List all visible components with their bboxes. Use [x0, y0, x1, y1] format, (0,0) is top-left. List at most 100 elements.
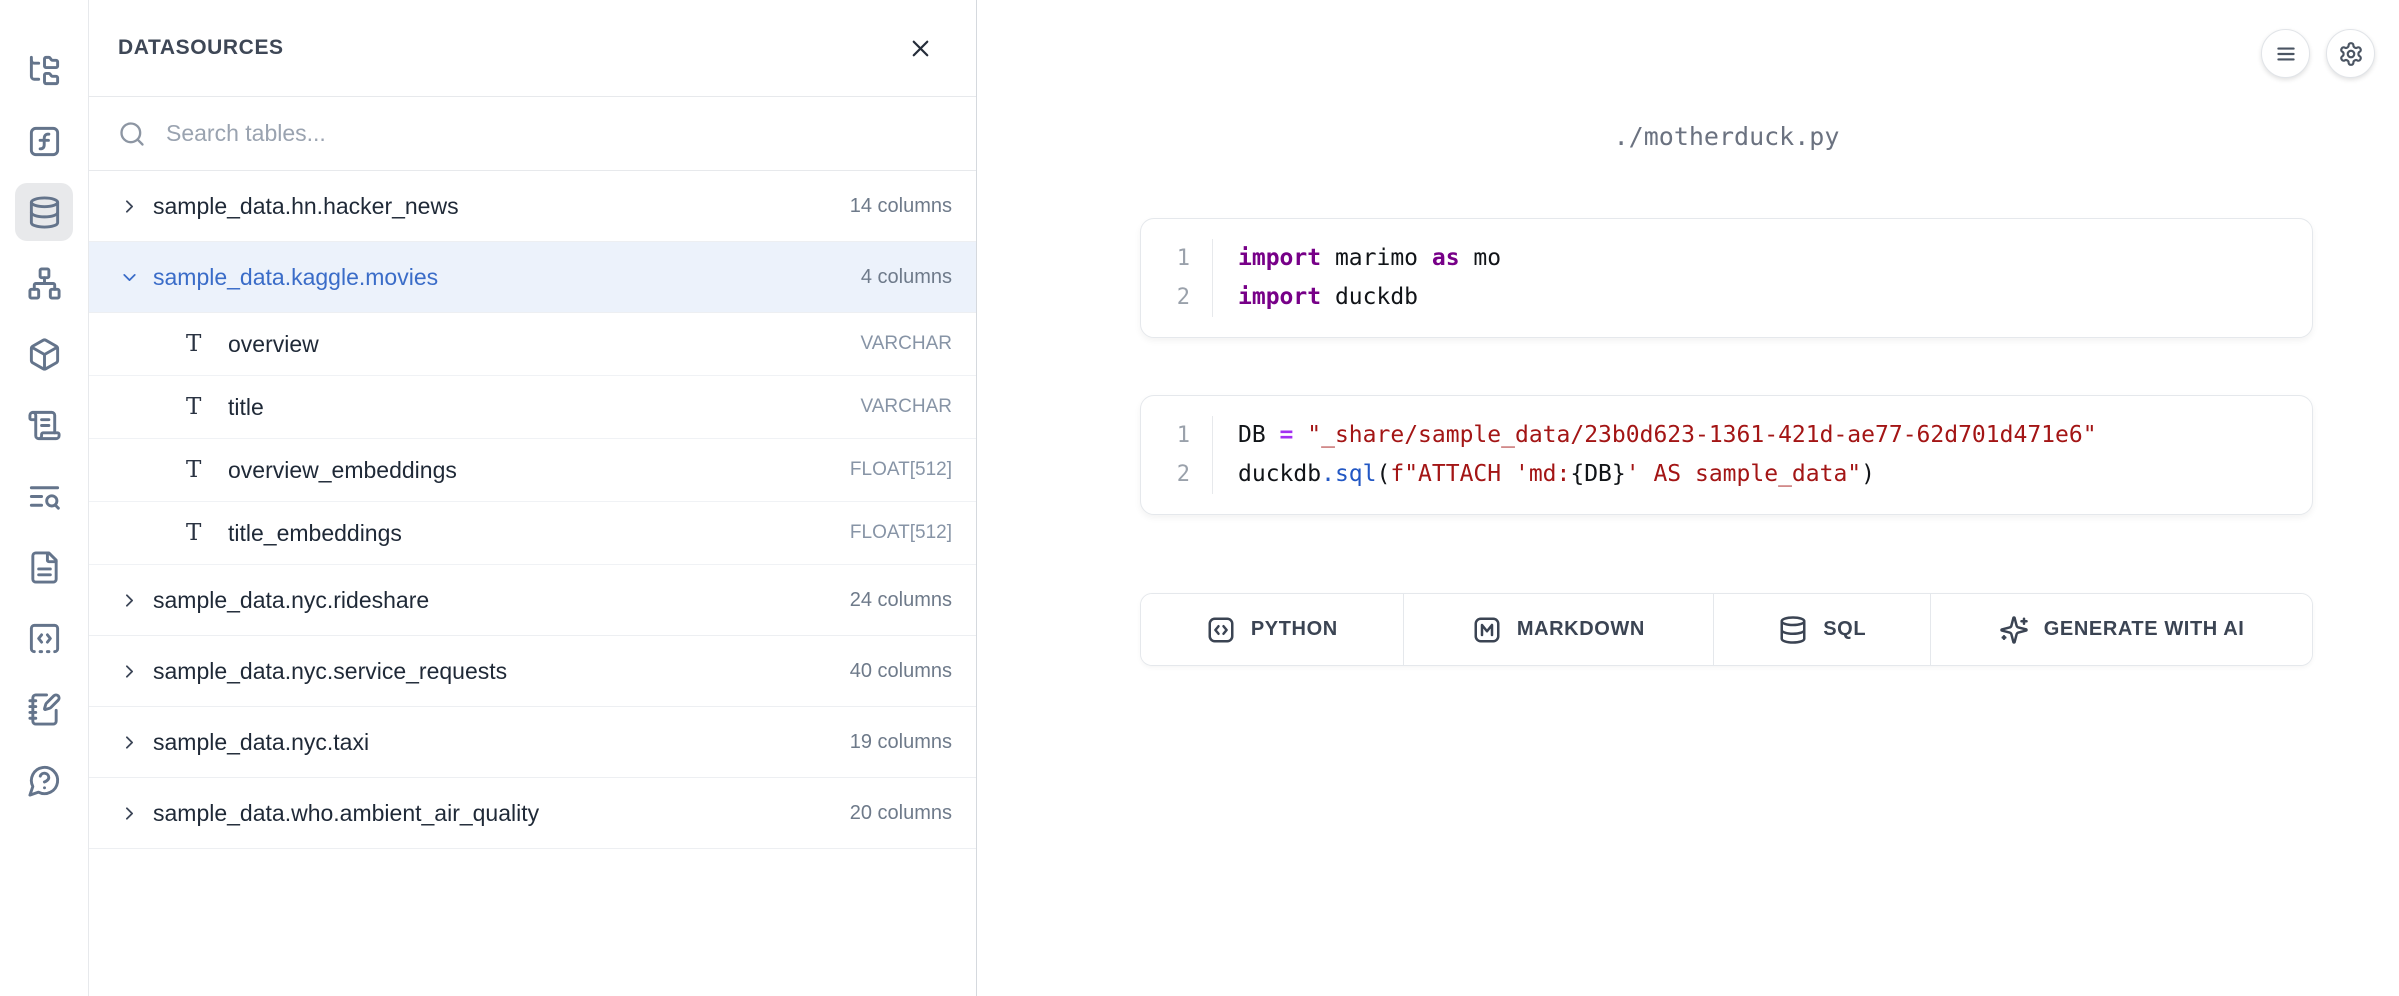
table-row[interactable]: sample_data.kaggle.movies 4 columns [89, 242, 976, 313]
add-button-label: MARKDOWN [1517, 618, 1645, 641]
database-icon [1778, 615, 1808, 645]
line-number: 2 [1141, 278, 1213, 317]
column-row[interactable]: Toverview_embeddings FLOAT[512] [89, 439, 976, 502]
code-text: DB = "_share/sample_data/23b0d623-1361-4… [1213, 416, 2097, 455]
text-type-icon: T [186, 520, 216, 546]
datasources-panel: DATASOURCES sample_data.hn.hacker_news14… [89, 0, 977, 996]
add-button-label: GENERATE WITH AI [2044, 618, 2245, 641]
table-row[interactable]: sample_data.hn.hacker_news14 columns [89, 171, 976, 242]
chevron-right-icon [119, 803, 140, 824]
text-type-icon: T [186, 331, 216, 357]
line-number: 1 [1141, 239, 1213, 278]
code-line: 2duckdb.sql(f"ATTACH 'md:{DB}' AS sample… [1141, 455, 2312, 494]
code-text: duckdb.sql(f"ATTACH 'md:{DB}' AS sample_… [1213, 455, 1875, 494]
chevron-right-icon [119, 196, 140, 217]
sidebar-item-file-explorer[interactable] [15, 41, 73, 99]
column-name: overview_embeddings [228, 457, 457, 484]
table-column-count: 4 columns [861, 266, 952, 289]
code-cell[interactable]: 1DB = "_share/sample_data/23b0d623-1361-… [1140, 395, 2313, 515]
code-cell[interactable]: 1import marimo as mo2import duckdb [1140, 218, 2313, 338]
square-code-icon [1206, 615, 1236, 645]
message-question-icon [27, 763, 62, 798]
table-column-count: 24 columns [850, 589, 952, 612]
chevron-glyph [119, 732, 140, 753]
menu-icon [2273, 41, 2299, 67]
notebook-menu-button[interactable] [2261, 29, 2310, 78]
table-row[interactable]: sample_data.nyc.taxi 19 columns [89, 707, 976, 778]
add-button-label: PYTHON [1251, 618, 1338, 641]
table-row[interactable]: sample_data.nyc.service_requests 40 colum… [89, 636, 976, 707]
code-line: 1import marimo as mo [1141, 239, 2312, 278]
sparkles-icon [1999, 615, 2029, 645]
file-text-icon [27, 550, 62, 585]
table-name: sample_data.hn.hacker_news [153, 193, 459, 220]
top-actions [2261, 29, 2375, 78]
sidebar-item-variables[interactable] [15, 112, 73, 170]
cells-container: 1import marimo as mo2import duckdb1DB = … [1140, 218, 2313, 515]
line-number: 2 [1141, 455, 1213, 494]
add-button-label: SQL [1823, 618, 1866, 641]
column-type: VARCHAR [861, 396, 953, 418]
table-name: sample_data.nyc.taxi [153, 729, 369, 756]
chevron-glyph [119, 661, 140, 682]
tables-tree: sample_data.hn.hacker_news14 columnssamp… [89, 171, 976, 996]
datasources-panel-header: DATASOURCES [89, 0, 976, 97]
code-text: import duckdb [1213, 278, 1418, 317]
notebook-main: ./motherduck.py 1import marimo as mo2imp… [977, 0, 2399, 996]
sidebar-item-snippets[interactable] [15, 609, 73, 667]
column-name: title [228, 394, 264, 421]
column-row[interactable]: Ttitle VARCHAR [89, 376, 976, 439]
settings-icon [2338, 41, 2364, 67]
add-markdown-cell-button[interactable]: MARKDOWN [1404, 594, 1715, 665]
search-tables-input[interactable] [166, 120, 947, 147]
sidebar-item-packages[interactable] [15, 325, 73, 383]
chevron-glyph [119, 803, 140, 824]
table-column-count: 40 columns [850, 660, 952, 683]
notebook-pen-icon [27, 692, 62, 727]
settings-button[interactable] [2326, 29, 2375, 78]
database-icon [27, 195, 62, 230]
scroll-text-icon [27, 408, 62, 443]
table-name: sample_data.nyc.service_requests [153, 658, 507, 685]
column-row[interactable]: Ttitle_embeddings FLOAT[512] [89, 502, 976, 565]
sidebar-item-documentation[interactable] [15, 538, 73, 596]
network-icon [27, 266, 62, 301]
code-line: 2import duckdb [1141, 278, 2312, 317]
add-python-cell-button[interactable]: PYTHON [1141, 594, 1404, 665]
app-root: DATASOURCES sample_data.hn.hacker_news14… [0, 0, 2399, 996]
left-icon-rail [0, 0, 89, 996]
column-type: FLOAT[512] [850, 459, 952, 481]
table-name: sample_data.kaggle.movies [153, 264, 438, 291]
table-column-count: 19 columns [850, 731, 952, 754]
sidebar-item-logs[interactable] [15, 396, 73, 454]
sidebar-item-help[interactable] [15, 751, 73, 809]
column-name: title_embeddings [228, 520, 402, 547]
code-text: import marimo as mo [1213, 239, 1501, 278]
panel-title: DATASOURCES [118, 36, 284, 60]
generate-with-ai-button[interactable]: GENERATE WITH AI [1931, 594, 2312, 665]
table-row[interactable]: sample_data.nyc.rideshare24 columns [89, 565, 976, 636]
sidebar-item-tracebacks[interactable] [15, 467, 73, 525]
sidebar-item-scratchpad[interactable] [15, 680, 73, 738]
add-sql-cell-button[interactable]: SQL [1714, 594, 1931, 665]
table-row[interactable]: sample_data.who.ambient_air_quality20 co… [89, 778, 976, 849]
square-dashed-code-icon [27, 621, 62, 656]
close-panel-button[interactable] [907, 35, 934, 62]
chevron-right-icon [119, 661, 140, 682]
column-type: FLOAT[512] [850, 522, 952, 544]
column-type: VARCHAR [861, 333, 953, 355]
code-line: 1DB = "_share/sample_data/23b0d623-1361-… [1141, 416, 2312, 455]
sidebar-item-datasources[interactable] [15, 183, 73, 241]
square-m-icon [1472, 615, 1502, 645]
notebook-filename: ./motherduck.py [1140, 0, 2313, 151]
column-row[interactable]: Toverview VARCHAR [89, 313, 976, 376]
folder-tree-icon [27, 53, 62, 88]
text-type-icon: T [186, 457, 216, 483]
table-column-count: 20 columns [850, 802, 952, 825]
chevron-right-icon [119, 732, 140, 753]
column-name: overview [228, 331, 319, 358]
text-type-icon: T [186, 394, 216, 420]
sidebar-item-dependencies[interactable] [15, 254, 73, 312]
chevron-glyph [119, 196, 140, 217]
line-number: 1 [1141, 416, 1213, 455]
